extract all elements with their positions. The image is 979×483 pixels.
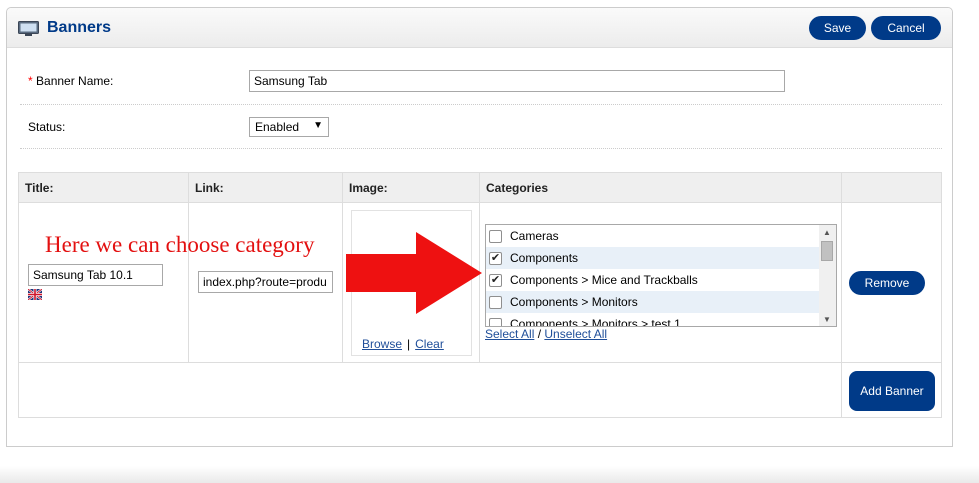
- selection-separator: /: [537, 327, 542, 341]
- page-title: Banners: [47, 19, 112, 36]
- banners-panel: Banners Save Cancel * Banner Name: Samsu…: [6, 7, 953, 447]
- category-scrollbar[interactable]: ▲ ▼: [819, 225, 836, 326]
- category-checkbox[interactable]: [489, 317, 502, 326]
- scroll-down-icon[interactable]: ▼: [823, 315, 831, 324]
- banner-name-row: * Banner Name: Samsung Tab: [20, 58, 942, 105]
- category-list[interactable]: Cameras ✔ Components ✔ Components > Mice…: [485, 224, 837, 327]
- banner-link-input[interactable]: index.php?route=produ: [198, 271, 333, 293]
- actions-cell: Remove: [841, 202, 942, 363]
- category-checkbox[interactable]: ✔: [489, 273, 502, 287]
- status-row: Status: Enabled ▼: [20, 105, 942, 149]
- category-checkbox[interactable]: [489, 229, 502, 243]
- category-checkbox[interactable]: ✔: [489, 251, 502, 265]
- column-header-categories: Categories: [479, 172, 842, 203]
- scrollbar-thumb[interactable]: [821, 241, 833, 261]
- remove-button[interactable]: Remove: [849, 271, 925, 295]
- category-label: Components > Monitors: [510, 295, 638, 309]
- image-action-separator: |: [407, 337, 411, 351]
- select-all-link[interactable]: Select All: [485, 327, 534, 341]
- list-item[interactable]: Components > Monitors > test 1: [486, 313, 819, 327]
- required-marker: *: [28, 74, 33, 88]
- add-banner-button[interactable]: Add Banner: [849, 371, 935, 411]
- status-value: Enabled: [255, 120, 300, 134]
- list-item[interactable]: Components > Monitors: [486, 291, 819, 313]
- list-item[interactable]: ✔ Components > Mice and Trackballs: [486, 269, 819, 291]
- status-select[interactable]: Enabled ▼: [249, 117, 329, 137]
- category-label: Components: [510, 251, 579, 265]
- image-actions: Browse | Clear: [362, 337, 444, 351]
- footer-spacer: [18, 362, 842, 418]
- clear-link[interactable]: Clear: [415, 337, 444, 351]
- status-label: Status:: [28, 120, 66, 134]
- title-cell: Samsung Tab 10.1: [18, 202, 189, 363]
- cancel-button[interactable]: Cancel: [871, 16, 941, 40]
- uk-flag-icon: [28, 289, 42, 300]
- categories-cell: Cameras ✔ Components ✔ Components > Mice…: [479, 202, 842, 363]
- link-cell: index.php?route=produ: [188, 202, 343, 363]
- column-header-link: Link:: [188, 172, 343, 203]
- panel-heading: Banners Save Cancel: [7, 8, 952, 48]
- table-footer-row: Add Banner: [18, 362, 942, 418]
- banner-name-input[interactable]: Samsung Tab: [249, 70, 785, 92]
- chevron-down-icon: ▼: [313, 120, 323, 131]
- annotation-arrow-icon: [346, 232, 482, 314]
- unselect-all-link[interactable]: Unselect All: [544, 327, 607, 341]
- category-checkbox[interactable]: [489, 295, 502, 309]
- banner-title-input[interactable]: Samsung Tab 10.1: [28, 264, 163, 286]
- category-label: Cameras: [510, 229, 559, 243]
- category-label: Components > Monitors > test 1: [510, 317, 681, 327]
- category-label: Components > Mice and Trackballs: [510, 273, 698, 287]
- monitor-icon: [18, 21, 39, 36]
- column-header-actions: [841, 172, 942, 203]
- banner-name-label-text: Banner Name:: [36, 74, 114, 88]
- save-button[interactable]: Save: [809, 16, 866, 40]
- list-item[interactable]: ✔ Components: [486, 247, 819, 269]
- list-item[interactable]: Cameras: [486, 225, 819, 247]
- add-banner-cell: Add Banner: [841, 362, 942, 418]
- scroll-up-icon[interactable]: ▲: [823, 228, 831, 237]
- selection-actions: Select All / Unselect All: [485, 327, 607, 341]
- bottom-bar: [0, 466, 979, 483]
- column-header-image: Image:: [342, 172, 480, 203]
- banner-name-label: * Banner Name:: [28, 74, 113, 88]
- browse-link[interactable]: Browse: [362, 337, 402, 351]
- annotation-text: Here we can choose category: [45, 232, 315, 257]
- column-header-title: Title:: [18, 172, 189, 203]
